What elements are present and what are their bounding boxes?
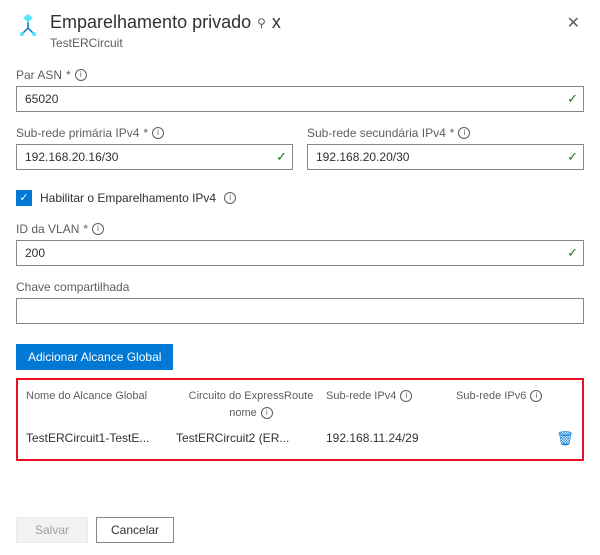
par-asn-input[interactable] (16, 86, 584, 112)
info-icon[interactable]: i (224, 192, 236, 204)
col-header-circuit: Circuito do ExpressRoute nome i (176, 390, 326, 420)
close-icon[interactable]: ✕ (563, 12, 584, 36)
shared-key-label: Chave compartilhada (16, 280, 584, 294)
table-row: TestERCircuit1-TestE... TestERCircuit2 (… (26, 428, 574, 449)
info-icon[interactable]: i (261, 407, 273, 419)
info-icon[interactable]: i (530, 390, 542, 402)
add-global-reach-button[interactable]: Adicionar Alcance Global (16, 344, 173, 370)
subnet-secondary-label: Sub-rede secundária IPv4* i (307, 126, 584, 140)
info-icon[interactable]: i (152, 127, 164, 139)
peering-icon (16, 12, 40, 39)
col-header-ipv4: Sub-rede IPv4 i (326, 390, 456, 403)
enable-ipv4-checkbox[interactable]: ✓ (16, 190, 32, 206)
col-header-name: Nome do Alcance Global (26, 390, 176, 403)
subnet-primary-input[interactable] (16, 144, 293, 170)
vlan-id-label: ID da VLAN* i (16, 222, 584, 236)
enable-ipv4-label: Habilitar o Emparelhamento IPv4 (40, 191, 216, 205)
col-header-ipv6: Sub-rede IPv6 i (456, 390, 550, 403)
pin-icon[interactable]: ⚲ (255, 16, 268, 30)
cell-circuit: TestERCircuit2 (ER... (176, 431, 326, 445)
info-icon[interactable]: i (75, 69, 87, 81)
panel-header: Emparelhamento privado ⚲ x TestERCircuit… (16, 12, 584, 50)
cell-name: TestERCircuit1-TestE... (26, 431, 176, 445)
info-icon[interactable]: i (400, 390, 412, 402)
title-x: x (272, 12, 281, 34)
save-button: Salvar (16, 517, 88, 543)
global-reach-table: Nome do Alcance Global Circuito do Expre… (16, 378, 584, 461)
subnet-secondary-input[interactable] (307, 144, 584, 170)
panel-subtitle: TestERCircuit (50, 36, 553, 50)
par-asn-label: Par ASN* i (16, 68, 584, 82)
cancel-button[interactable]: Cancelar (96, 517, 174, 543)
subnet-primary-label: Sub-rede primária IPv4* i (16, 126, 293, 140)
shared-key-input[interactable] (16, 298, 584, 324)
vlan-id-input[interactable] (16, 240, 584, 266)
cell-ipv4: 192.168.11.24/29 (326, 431, 456, 445)
panel-title: Emparelhamento privado (50, 12, 251, 34)
delete-icon[interactable]: 🗑 (556, 430, 574, 446)
info-icon[interactable]: i (92, 223, 104, 235)
info-icon[interactable]: i (458, 127, 470, 139)
